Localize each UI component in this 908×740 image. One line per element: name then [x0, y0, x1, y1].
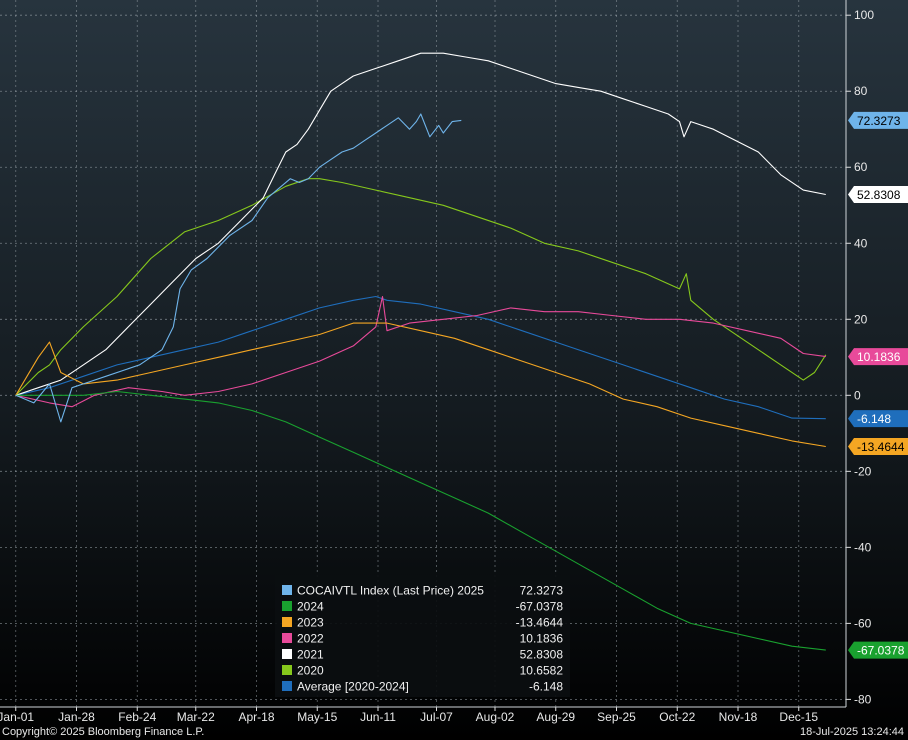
- legend-value: 72.3273: [520, 584, 564, 598]
- x-tick-label: Mar-22: [177, 710, 215, 724]
- legend-value: 10.1836: [520, 632, 564, 646]
- x-tick-label: Jun-11: [360, 710, 396, 724]
- x-tick-label: Nov-18: [719, 710, 758, 724]
- legend-value: 10.6582: [520, 664, 564, 678]
- series-line-4: [15, 52, 826, 396]
- legend-label: 2024: [297, 600, 324, 614]
- legend-swatch: [282, 665, 292, 675]
- value-label: -67.0378: [857, 644, 905, 658]
- timestamp-text: 18-Jul-2025 13:24:44: [800, 726, 904, 738]
- x-tick-label: Apr-18: [238, 710, 274, 724]
- legend-swatch: [282, 681, 292, 691]
- legend-label: COCAIVTL Index (Last Price) 2025: [297, 584, 484, 598]
- legend-value: -13.4644: [516, 616, 564, 630]
- x-tick-label: Jan-28: [58, 710, 95, 724]
- series-line-0: [15, 113, 462, 423]
- x-tick-label: May-15: [297, 710, 337, 724]
- legend-swatch: [282, 585, 292, 595]
- value-label: 72.3273: [857, 114, 901, 128]
- legend-swatch: [282, 649, 292, 659]
- x-tick-label: Jan-01: [0, 710, 34, 724]
- x-tick-label: Oct-22: [659, 710, 695, 724]
- chart: 100 80 60 40 20 0 -20 -40 -60 -80 Jan-01 Jan-28 Feb-…: [0, 0, 908, 740]
- legend-label: 2022: [297, 632, 324, 646]
- legend: COCAIVTL Index (Last Price) 2025 72.3273 2…: [275, 575, 570, 697]
- legend-label: Average [2020-2024]: [297, 680, 409, 694]
- x-tick-label: Aug-02: [476, 710, 515, 724]
- y-tick-label: -80: [854, 692, 872, 706]
- legend-value: 52.8308: [520, 648, 564, 662]
- footer: Copyright© 2025 Bloomberg Finance L.P. 1…: [0, 724, 908, 740]
- value-label: -6.148: [857, 412, 891, 426]
- legend-label: 2020: [297, 664, 324, 678]
- legend-swatch: [282, 633, 292, 643]
- x-tick-label: Feb-24: [118, 710, 156, 724]
- y-tick-label: -60: [854, 616, 872, 630]
- value-label: 10.1836: [857, 350, 901, 364]
- y-tick-label: -20: [854, 464, 872, 478]
- x-tick-label: Jul-07: [420, 710, 453, 724]
- y-tick-label: 40: [854, 236, 868, 250]
- chart-svg: 100 80 60 40 20 0 -20 -40 -60 -80 Jan-01 Jan-28 Feb-…: [0, 0, 908, 724]
- legend-label: 2021: [297, 648, 324, 662]
- x-tick-label: Sep-25: [597, 710, 636, 724]
- legend-value: -67.0378: [516, 600, 564, 614]
- y-tick-label: 100: [854, 8, 874, 22]
- legend-value: -6.148: [529, 680, 563, 694]
- y-tick-label: 80: [854, 84, 868, 98]
- copyright-text: Copyright© 2025 Bloomberg Finance L.P.: [2, 726, 205, 738]
- legend-swatch: [282, 617, 292, 627]
- y-tick-label: -40: [854, 540, 872, 554]
- x-tick-label: Aug-29: [536, 710, 575, 724]
- value-label: -13.4644: [857, 440, 905, 454]
- value-label: 52.8308: [857, 188, 901, 202]
- x-tick-label: Dec-15: [779, 710, 818, 724]
- legend-swatch: [282, 601, 292, 611]
- y-tick-label: 0: [854, 388, 861, 402]
- y-tick-label: 60: [854, 160, 868, 174]
- y-tick-label: 20: [854, 312, 868, 326]
- legend-label: 2023: [297, 616, 324, 630]
